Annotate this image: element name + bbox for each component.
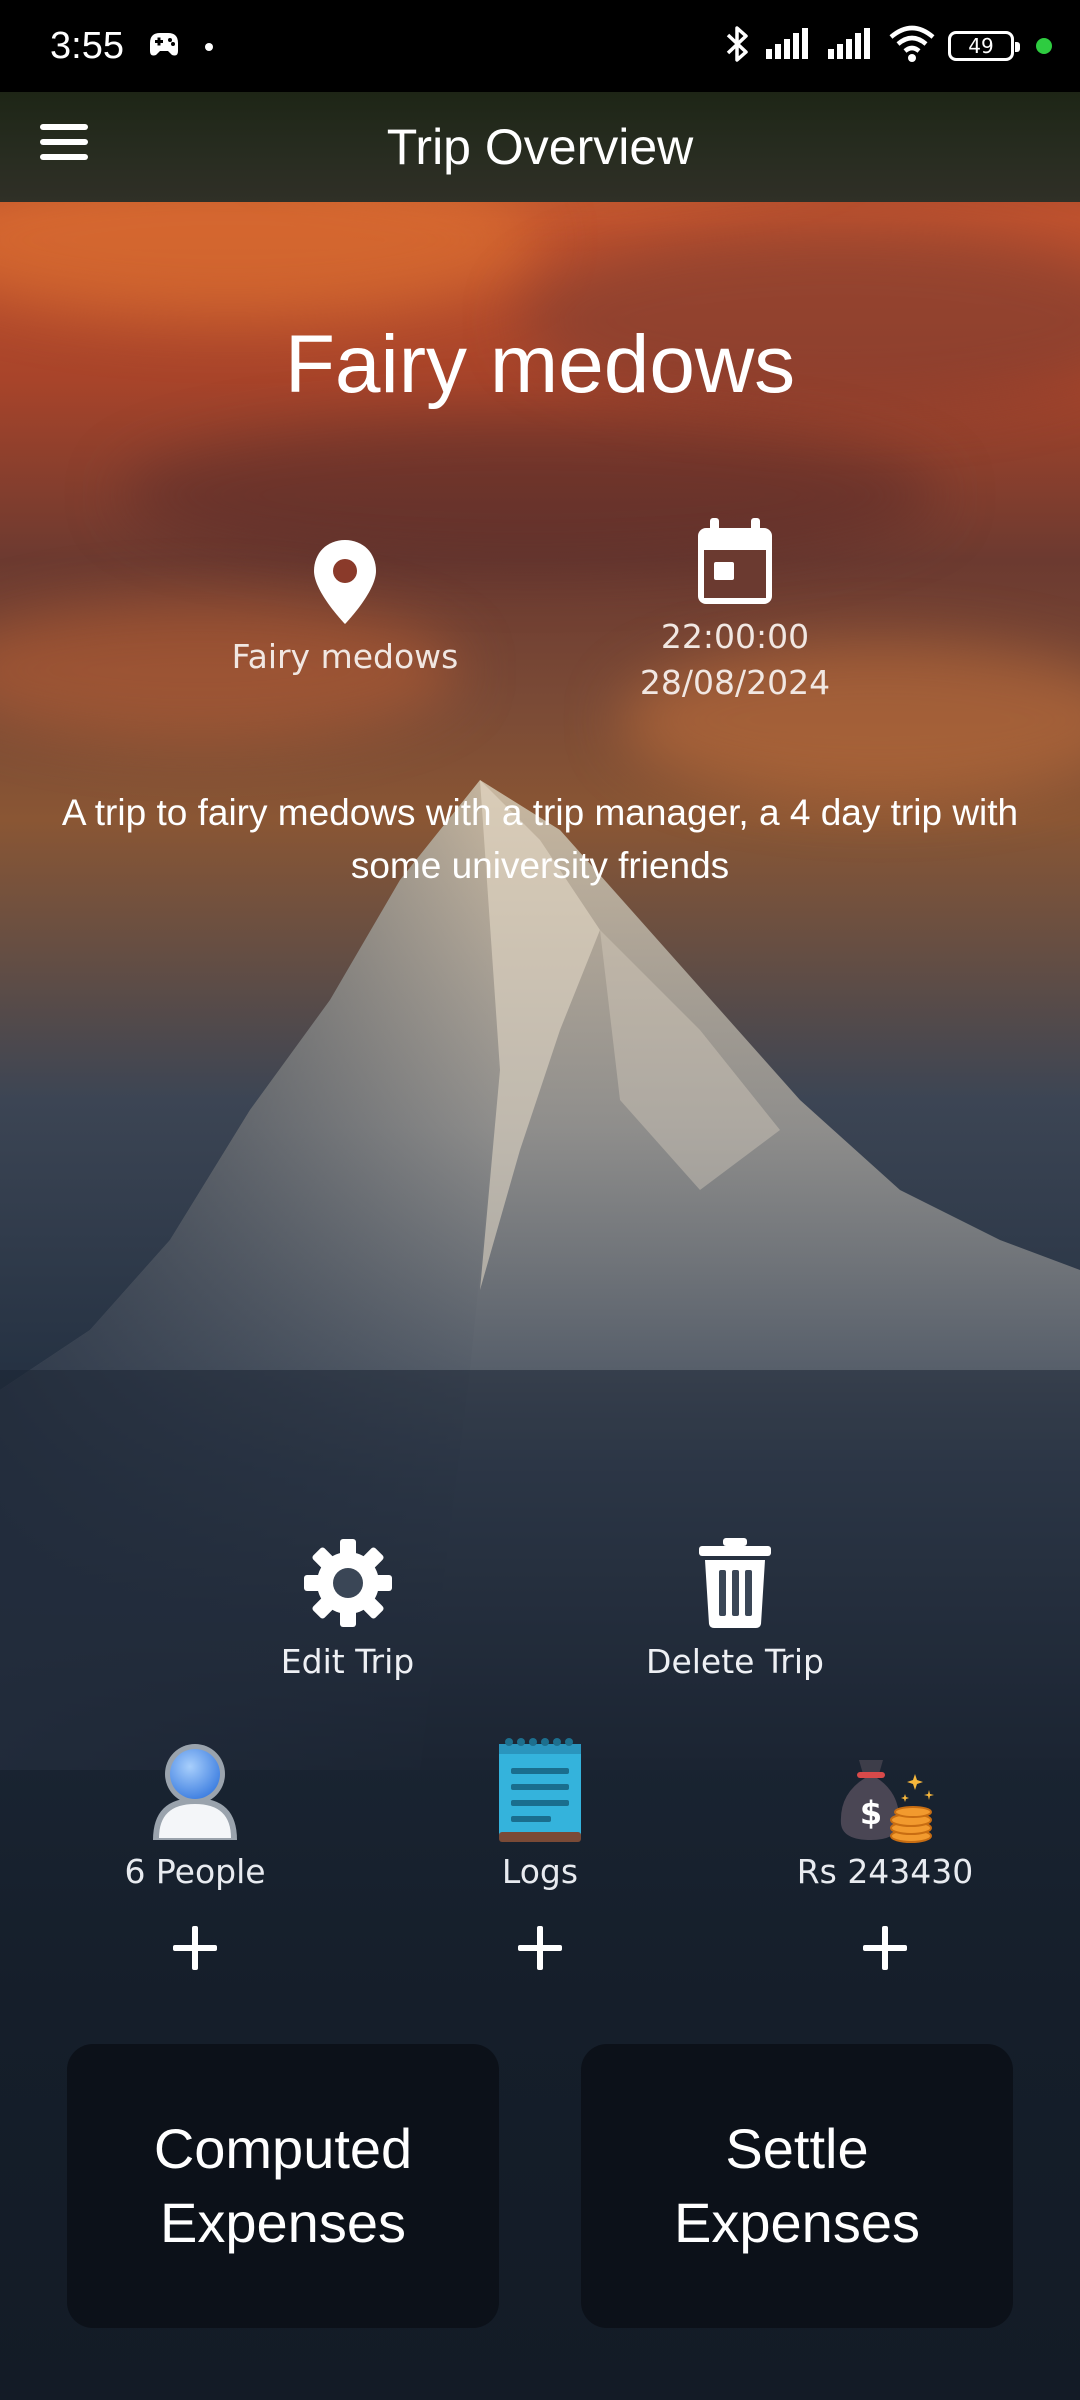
settle-expenses-label: Settle Expenses — [674, 2117, 920, 2254]
computed-expenses-button[interactable]: Computed Expenses — [67, 2044, 499, 2328]
trip-description: A trip to fairy medows with a trip manag… — [61, 792, 1019, 886]
dot-icon — [204, 37, 214, 56]
trip-datetime: 22:00:00 28/08/2024 — [590, 516, 880, 706]
app-bar: Trip Overview — [0, 92, 1080, 202]
add-log-button[interactable] — [510, 1918, 570, 1978]
bluetooth-icon — [722, 24, 752, 68]
edit-trip-button[interactable]: Edit Trip — [250, 1536, 445, 1681]
trash-icon — [699, 1538, 771, 1628]
trip-date: 28/08/2024 — [639, 663, 831, 702]
trip-title: Fairy medows — [284, 319, 796, 410]
battery-icon: 49 — [948, 31, 1020, 61]
location-pin-icon — [314, 540, 376, 624]
status-bar: 3:55 49 — [0, 0, 1080, 92]
edit-trip-label: Edit Trip — [280, 1642, 415, 1681]
person-icon — [153, 1744, 237, 1840]
trip-time: 22:00:00 — [660, 617, 810, 656]
money-bag-icon: $ — [840, 1760, 934, 1843]
delete-trip-label: Delete Trip — [646, 1642, 824, 1681]
logs[interactable]: Logs — [430, 1738, 650, 1891]
gear-icon — [303, 1539, 392, 1627]
signal-icon — [826, 27, 876, 65]
game-controller-icon — [146, 29, 182, 63]
logs-label: Logs — [501, 1852, 579, 1891]
delete-trip-button[interactable]: Delete Trip — [630, 1536, 840, 1681]
wifi-icon — [888, 25, 936, 67]
trip-location: Fairy medows — [200, 536, 490, 680]
people-count[interactable]: 6 People — [80, 1740, 310, 1891]
people-count-label: 6 People — [124, 1852, 266, 1891]
svg-text:$: $ — [860, 1794, 882, 1832]
location-label: Fairy medows — [231, 637, 459, 676]
settle-expenses-button[interactable]: Settle Expenses — [581, 2044, 1013, 2328]
calendar-icon — [698, 518, 772, 604]
add-person-button[interactable] — [165, 1918, 225, 1978]
green-dot-icon — [1036, 38, 1052, 54]
notepad-icon — [499, 1738, 581, 1842]
total-expense[interactable]: $ Rs 243430 — [770, 1740, 1000, 1891]
computed-expenses-label: Computed Expenses — [153, 2117, 413, 2254]
status-time: 3:55 — [50, 24, 124, 67]
signal-icon — [764, 27, 814, 65]
add-expense-button[interactable] — [855, 1918, 915, 1978]
page-title: Trip Overview — [386, 119, 694, 175]
total-expense-label: Rs 243430 — [796, 1852, 974, 1891]
